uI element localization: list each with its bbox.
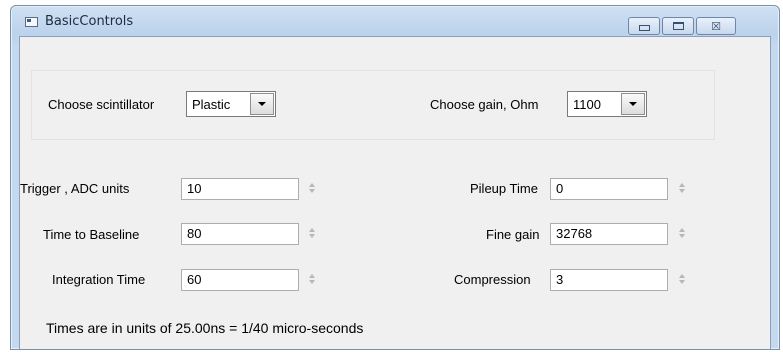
chevron-down-icon[interactable] <box>250 93 274 115</box>
maximize-button[interactable] <box>662 17 694 35</box>
trigger-label: Trigger , ADC units <box>20 181 130 196</box>
scintillator-label: Choose scintillator <box>48 97 155 112</box>
app-window-icon[interactable] <box>25 17 38 27</box>
compression-label: Compression <box>454 272 531 287</box>
close-icon: ☒ <box>711 19 721 33</box>
trigger-spinner[interactable] <box>306 178 318 198</box>
chevron-down-icon[interactable] <box>621 93 645 115</box>
gain-value: 1100 <box>573 96 601 112</box>
trigger-input[interactable]: 10 <box>181 178 299 200</box>
integration-input[interactable]: 60 <box>181 269 299 291</box>
pileup-label: Pileup Time <box>470 181 538 196</box>
compression-spinner[interactable] <box>676 269 688 289</box>
maximize-icon <box>672 22 684 30</box>
selection-group: Choose scintillator Plastic Choose gain,… <box>31 70 715 140</box>
baseline-spinner[interactable] <box>306 223 318 243</box>
baseline-label: Time to Baseline <box>43 227 140 242</box>
title-bar[interactable]: BasicControls ☒ <box>11 6 779 36</box>
minimize-button[interactable] <box>628 17 660 35</box>
fine-gain-spinner[interactable] <box>676 223 688 243</box>
minimize-icon <box>638 25 650 31</box>
gain-label: Choose gain, Ohm <box>430 97 539 112</box>
main-window: BasicControls ☒ Choose scintillator Plas… <box>10 5 780 350</box>
window-title: BasicControls <box>45 14 134 29</box>
baseline-input[interactable]: 80 <box>181 223 299 245</box>
integration-label: Integration Time <box>52 272 146 287</box>
scintillator-dropdown[interactable]: Plastic <box>186 91 276 117</box>
pileup-input[interactable]: 0 <box>550 178 668 200</box>
gain-dropdown[interactable]: 1100 <box>567 91 647 117</box>
scintillator-value: Plastic <box>192 96 231 112</box>
integration-spinner[interactable] <box>306 269 318 289</box>
units-note: Times are in units of 25.00ns = 1/40 mic… <box>46 320 364 336</box>
fine-gain-label: Fine gain <box>486 227 540 242</box>
pileup-spinner[interactable] <box>676 178 688 198</box>
compression-input[interactable]: 3 <box>550 269 668 291</box>
fine-gain-input[interactable]: 32768 <box>550 223 668 245</box>
close-button[interactable]: ☒ <box>696 17 736 35</box>
client-area: Choose scintillator Plastic Choose gain,… <box>19 36 771 349</box>
